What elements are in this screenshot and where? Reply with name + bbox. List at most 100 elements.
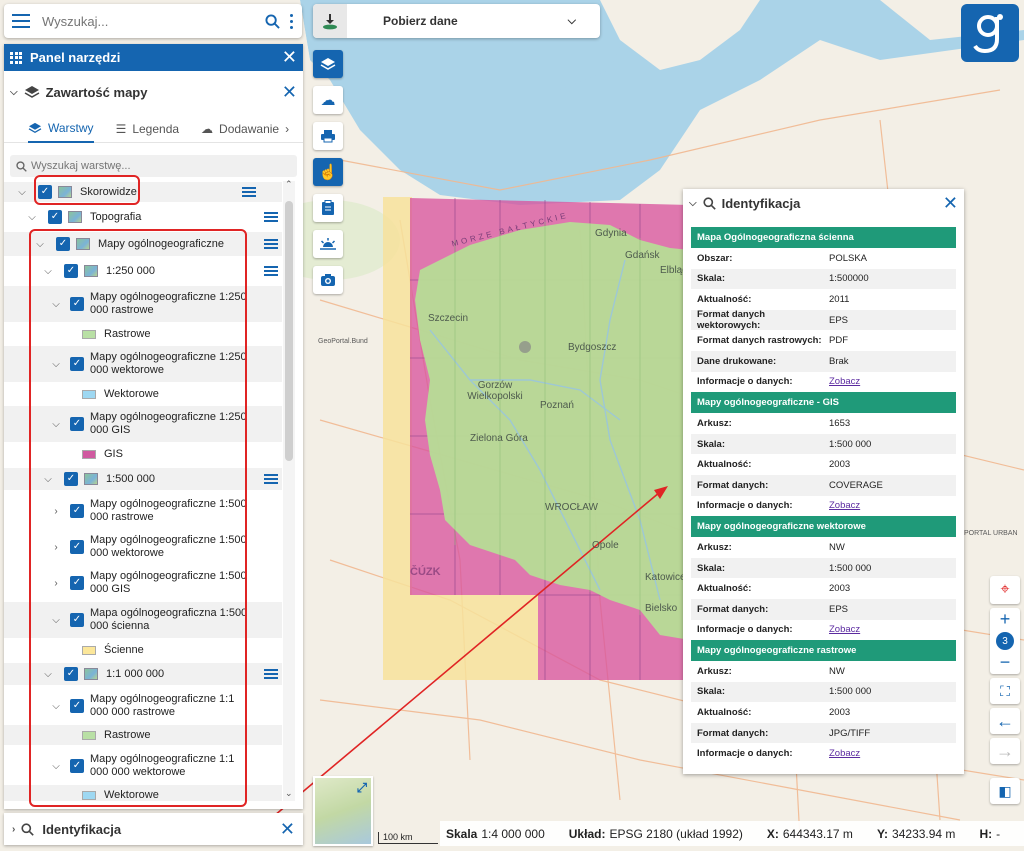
tree-row-500k-gis[interactable]: › ✓ Mapy ogólnogeograficzne 1:500 000 GI… bbox=[4, 566, 282, 600]
checkbox-skorowidze[interactable]: ✓ bbox=[38, 185, 52, 199]
back-button[interactable]: ← bbox=[990, 708, 1020, 734]
checkbox-1m[interactable]: ✓ bbox=[64, 667, 78, 681]
expand-icon[interactable]: ⤢ bbox=[357, 780, 367, 796]
chevron-down-icon[interactable]: ⌵ bbox=[10, 87, 18, 98]
layer-menu-icon[interactable] bbox=[264, 239, 278, 249]
chevron-right-icon[interactable]: › bbox=[50, 506, 62, 517]
layer-menu-icon[interactable] bbox=[264, 669, 278, 679]
checkbox-mapy-ogolno[interactable]: ✓ bbox=[56, 237, 70, 251]
map-label-zielona-gora: Zielona Góra bbox=[470, 433, 528, 444]
layer-menu-icon[interactable] bbox=[264, 212, 278, 222]
chevron-down-icon[interactable]: ⌵ bbox=[50, 359, 62, 370]
close-identification-panel-icon[interactable]: ✕ bbox=[943, 193, 958, 214]
tree-row-skorowidze[interactable]: ⌵ ✓ Skorowidze bbox=[4, 182, 282, 202]
fullscreen-button[interactable]: ⛶ bbox=[990, 678, 1020, 704]
tab-add[interactable]: ☁ Dodawanie bbox=[201, 115, 279, 143]
scroll-up-icon[interactable]: ⌃ bbox=[285, 179, 293, 190]
download-data-dropdown[interactable]: Pobierz dane ⌵ bbox=[313, 4, 600, 38]
scrollbar-thumb[interactable] bbox=[285, 201, 293, 461]
scale-status[interactable]: Skala 1:4 000 000 bbox=[446, 827, 545, 841]
sunrise-tool-button[interactable] bbox=[313, 230, 343, 258]
close-panel-icon[interactable]: ✕ bbox=[282, 47, 297, 68]
chevron-down-icon[interactable]: ⌵ bbox=[16, 187, 28, 198]
layer-menu-icon[interactable] bbox=[264, 474, 278, 484]
identify-tool-button[interactable]: ☝ bbox=[313, 158, 343, 186]
data-info-link[interactable]: Zobacz bbox=[829, 748, 860, 759]
search-icon[interactable] bbox=[265, 13, 280, 29]
tree-row-1m-rastrowe[interactable]: ⌵ ✓ Mapy ogólnogeograficzne 1:1 000 000 … bbox=[4, 689, 282, 723]
overview-minimap[interactable]: ⤢ bbox=[313, 776, 373, 846]
checkbox-250k[interactable]: ✓ bbox=[64, 264, 78, 278]
zoom-out-icon[interactable]: − bbox=[1000, 652, 1011, 673]
chevron-down-icon[interactable]: ⌵ bbox=[50, 419, 62, 430]
identification-bar[interactable]: › Identyfikacja ✕ bbox=[4, 813, 303, 845]
close-identification-icon[interactable]: ✕ bbox=[280, 819, 295, 840]
tab-layers[interactable]: Warstwy bbox=[28, 115, 94, 143]
checkbox-250k-rastrowe[interactable]: ✓ bbox=[70, 297, 84, 311]
data-info-link[interactable]: Zobacz bbox=[829, 376, 860, 387]
tree-row-250k[interactable]: ⌵ ✓ 1:250 000 bbox=[4, 260, 282, 282]
tree-row-500k-scienna[interactable]: ⌵ ✓ Mapa ogólnogeograficzna 1:500 000 śc… bbox=[4, 602, 282, 638]
tree-row-250k-wektorowe[interactable]: ⌵ ✓ Mapy ogólnogeograficzne 1:250 000 we… bbox=[4, 346, 282, 382]
chevron-down-icon[interactable]: ⌵ bbox=[42, 266, 54, 277]
tree-row-topografia[interactable]: ⌵ ✓ Topografia bbox=[4, 206, 282, 228]
kebab-menu-icon[interactable] bbox=[290, 13, 294, 29]
chevron-right-icon[interactable]: › bbox=[12, 824, 15, 835]
close-content-icon[interactable]: ✕ bbox=[282, 82, 297, 103]
chevron-right-icon[interactable]: › bbox=[50, 578, 62, 589]
tree-row-500k-rastrowe[interactable]: › ✓ Mapy ogólnogeograficzne 1:500 000 ra… bbox=[4, 494, 282, 528]
layers-tool-button[interactable] bbox=[313, 50, 343, 78]
checkbox-500k-gis[interactable]: ✓ bbox=[70, 576, 84, 590]
tree-row-500k-wektorowe[interactable]: › ✓ Mapy ogólnogeograficzne 1:500 000 we… bbox=[4, 530, 282, 564]
zoom-in-icon[interactable]: + bbox=[1000, 609, 1011, 630]
chevron-down-icon[interactable]: ⌵ bbox=[50, 299, 62, 310]
checkbox-250k-gis[interactable]: ✓ bbox=[70, 417, 84, 431]
tree-row-250k-gis[interactable]: ⌵ ✓ Mapy ogólnogeograficzne 1:250 000 GI… bbox=[4, 406, 282, 442]
cloud-tool-button[interactable]: ☁ bbox=[313, 86, 343, 114]
chevron-right-icon[interactable]: › bbox=[50, 542, 62, 553]
checkbox-topografia[interactable]: ✓ bbox=[48, 210, 62, 224]
identification-panel: ⌵ Identyfikacja ✕ Mapa Ogólnogeograficzn… bbox=[683, 189, 964, 774]
layer-search-input[interactable] bbox=[31, 160, 251, 172]
checkbox-1m-wektorowe[interactable]: ✓ bbox=[70, 759, 84, 773]
crs-status[interactable]: Układ: EPSG 2180 (układ 1992) bbox=[569, 827, 743, 841]
tree-row-1m[interactable]: ⌵ ✓ 1:1 000 000 bbox=[4, 663, 282, 685]
clipboard-tool-button[interactable] bbox=[313, 194, 343, 222]
layer-menu-icon[interactable] bbox=[242, 187, 256, 197]
chevron-down-icon[interactable]: ⌵ bbox=[50, 701, 62, 712]
data-info-link[interactable]: Zobacz bbox=[829, 500, 860, 511]
data-info-link[interactable]: Zobacz bbox=[829, 624, 860, 635]
camera-tool-button[interactable] bbox=[313, 266, 343, 294]
checkbox-250k-wektorowe[interactable]: ✓ bbox=[70, 357, 84, 371]
chevron-down-icon[interactable]: ⌵ bbox=[50, 761, 62, 772]
print-tool-button[interactable] bbox=[313, 122, 343, 150]
tree-row-1m-wektorowe[interactable]: ⌵ ✓ Mapy ogólnogeograficzne 1:1 000 000 … bbox=[4, 749, 282, 783]
checkbox-500k-scienna[interactable]: ✓ bbox=[70, 613, 84, 627]
forward-button[interactable]: → bbox=[990, 738, 1020, 764]
tree-row-250k-rastrowe[interactable]: ⌵ ✓ Mapy ogólnogeograficzne 1:250 000 ra… bbox=[4, 286, 282, 322]
chevron-down-icon[interactable]: ⌵ bbox=[42, 669, 54, 680]
layer-tree-scrollbar[interactable]: ⌃ ⌄ bbox=[283, 179, 295, 801]
id-row: Informacje o danych: Zobacz bbox=[697, 624, 861, 636]
chevron-down-icon[interactable]: ⌵ bbox=[42, 474, 54, 485]
checkbox-500k-wektorowe[interactable]: ✓ bbox=[70, 540, 84, 554]
checkbox-1m-rastrowe[interactable]: ✓ bbox=[70, 699, 84, 713]
tree-row-mapy-ogolno[interactable]: ⌵ ✓ Mapy ogólnogeograficzne bbox=[4, 232, 282, 256]
tree-row-500k[interactable]: ⌵ ✓ 1:500 000 bbox=[4, 468, 282, 490]
map-style-button[interactable]: ◧ bbox=[990, 778, 1020, 804]
clear-location-button[interactable]: ⌖ bbox=[990, 576, 1020, 604]
scroll-down-icon[interactable]: ⌄ bbox=[285, 788, 293, 799]
search-input[interactable] bbox=[42, 13, 265, 29]
hamburger-menu-icon[interactable] bbox=[12, 14, 30, 28]
checkbox-500k[interactable]: ✓ bbox=[64, 472, 78, 486]
map-label-wroclaw: WROCŁAW bbox=[545, 502, 598, 513]
chevron-right-icon[interactable]: › bbox=[285, 122, 289, 136]
chevron-down-icon[interactable]: ⌵ bbox=[34, 239, 46, 250]
tab-legend[interactable]: ☰ Legenda bbox=[116, 115, 179, 143]
chevron-down-icon[interactable]: ⌵ bbox=[26, 212, 38, 223]
checkbox-500k-rastrowe[interactable]: ✓ bbox=[70, 504, 84, 518]
geoportal-logo[interactable] bbox=[961, 4, 1019, 62]
chevron-down-icon[interactable]: ⌵ bbox=[689, 198, 697, 209]
chevron-down-icon[interactable]: ⌵ bbox=[50, 615, 62, 626]
layer-menu-icon[interactable] bbox=[264, 266, 278, 276]
